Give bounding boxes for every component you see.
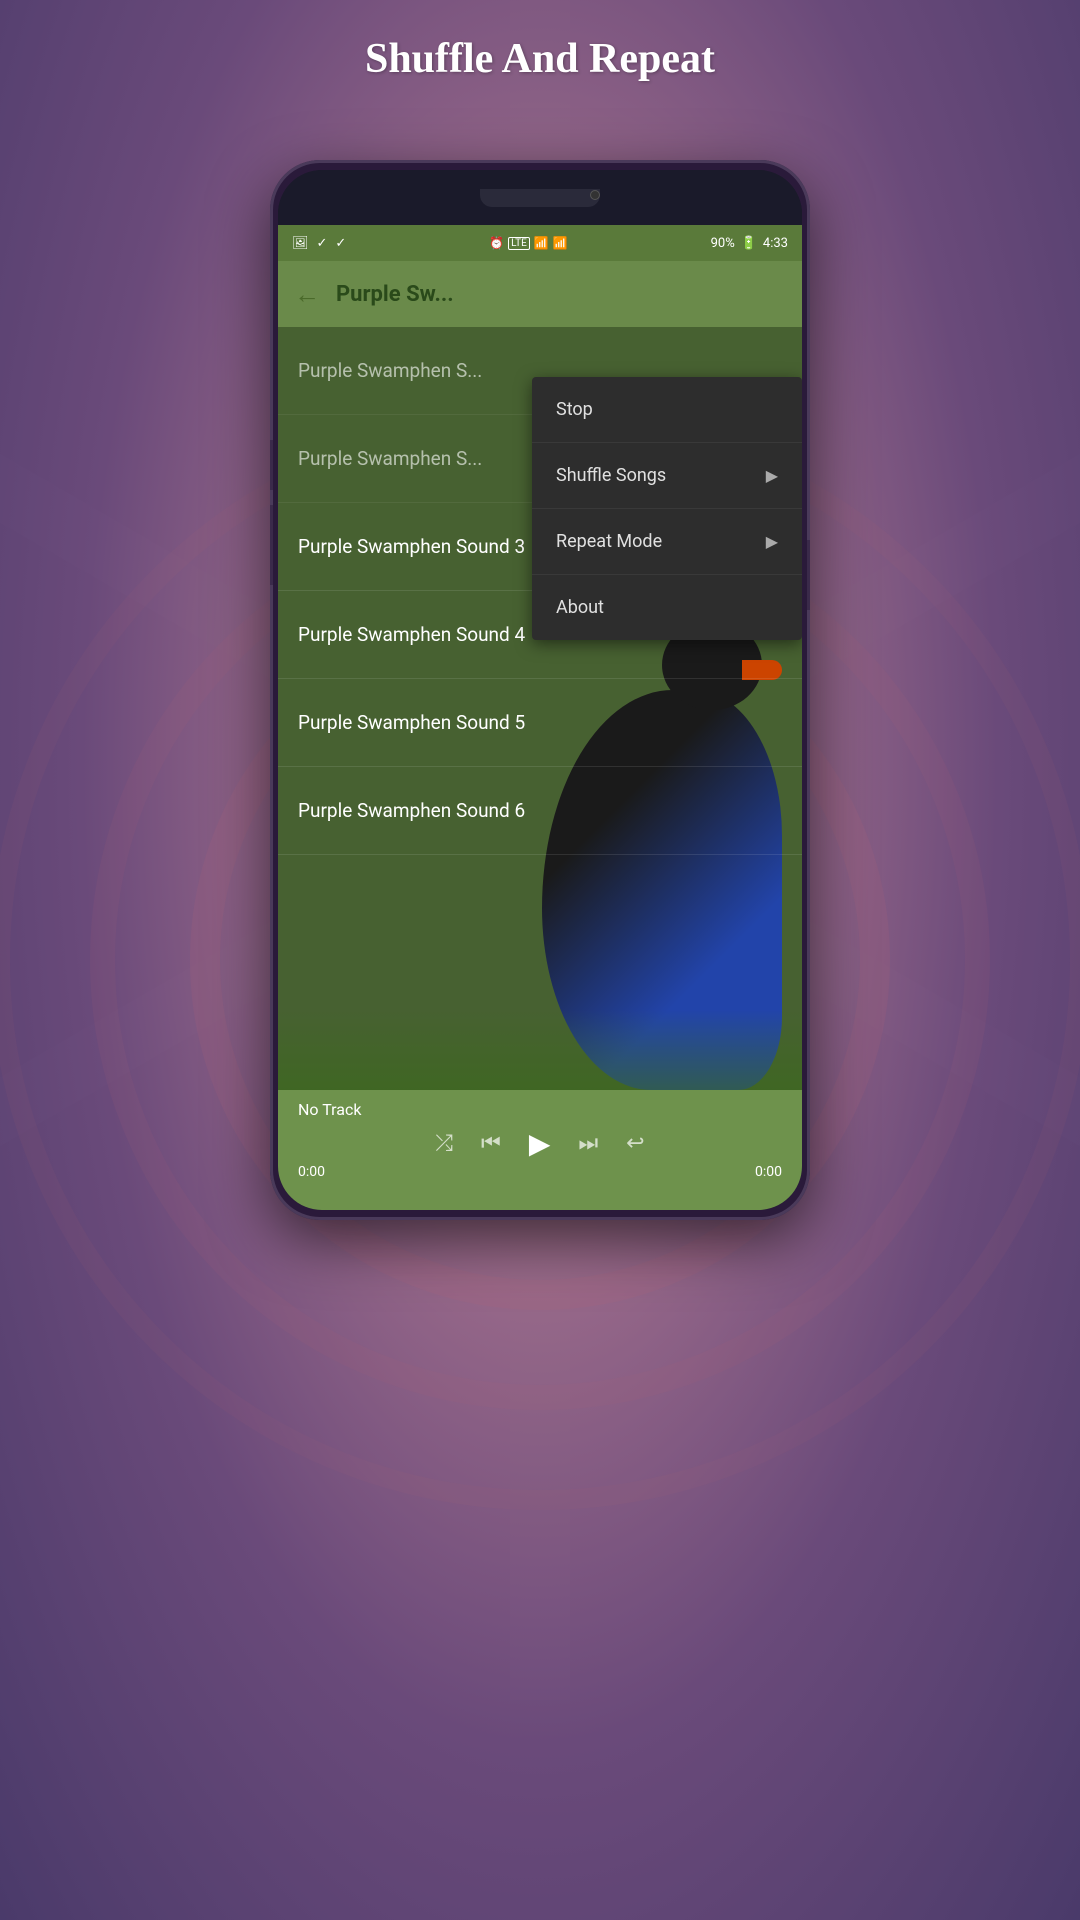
app-toolbar: ← Purple Sw... xyxy=(278,261,802,327)
volume-down-button[interactable] xyxy=(270,505,273,585)
menu-item-shuffle[interactable]: Shuffle Songs ▶ xyxy=(532,443,802,509)
shuffle-button[interactable]: ⤮ xyxy=(435,1131,453,1156)
lte-badge: LTE xyxy=(508,237,530,250)
next-button[interactable]: ⏭ xyxy=(578,1131,598,1156)
time-display: 4:33 xyxy=(763,236,788,251)
power-button[interactable] xyxy=(807,540,810,610)
back-button[interactable]: ← xyxy=(294,279,320,310)
status-left-icons: 🖼 ✓ ✓ xyxy=(292,236,346,251)
phone-frame: 🖼 ✓ ✓ ⏰ LTE 📶 📶 90% 🔋 4:33 ← Purple Sw..… xyxy=(270,160,810,1220)
camera-lens xyxy=(590,190,600,200)
toolbar-title: Purple Sw... xyxy=(336,282,454,307)
time-total: 0:00 xyxy=(755,1164,782,1180)
repeat-button[interactable]: ↩ xyxy=(626,1131,644,1156)
grass xyxy=(278,1010,802,1090)
list-item[interactable]: Purple Swamphen Sound 5 xyxy=(278,679,802,767)
camera-bump xyxy=(480,189,600,207)
play-button[interactable]: ▶ xyxy=(529,1127,551,1160)
dropdown-menu: Stop Shuffle Songs ▶ Repeat Mode ▶ About xyxy=(532,377,802,640)
content-area: Purple Swamphen S... Purple Swamphen S..… xyxy=(278,327,802,1090)
menu-item-repeat[interactable]: Repeat Mode ▶ xyxy=(532,509,802,575)
player-times: 0:00 0:00 xyxy=(298,1164,782,1180)
page-title: Shuffle And Repeat xyxy=(0,35,1080,83)
battery-icon: 🔋 xyxy=(741,236,757,251)
status-right: 90% 🔋 4:33 xyxy=(711,236,788,251)
signal-icon: 📶 xyxy=(553,236,568,250)
alarm-icon: ⏰ xyxy=(489,236,504,250)
notification-icon: 🖼 xyxy=(292,236,309,251)
prev-button[interactable]: ⏮ xyxy=(481,1131,501,1156)
player-track-label: No Track xyxy=(298,1100,361,1119)
battery-percent: 90% xyxy=(711,236,735,251)
menu-item-stop[interactable]: Stop xyxy=(532,377,802,443)
wifi-icon: 📶 xyxy=(534,236,549,250)
chevron-right-icon: ▶ xyxy=(766,466,778,485)
phone-screen: 🖼 ✓ ✓ ⏰ LTE 📶 📶 90% 🔋 4:33 ← Purple Sw..… xyxy=(278,170,802,1210)
check-icon-1: ✓ xyxy=(317,236,328,251)
check-icon-2: ✓ xyxy=(335,236,346,251)
phone-notch xyxy=(278,170,802,225)
time-current: 0:00 xyxy=(298,1164,325,1180)
menu-item-about[interactable]: About xyxy=(532,575,802,640)
player-controls: ⤮ ⏮ ▶ ⏭ ↩ xyxy=(435,1127,644,1160)
status-bar: 🖼 ✓ ✓ ⏰ LTE 📶 📶 90% 🔋 4:33 xyxy=(278,225,802,261)
list-item[interactable]: Purple Swamphen Sound 6 xyxy=(278,767,802,855)
chevron-right-icon: ▶ xyxy=(766,532,778,551)
volume-up-button[interactable] xyxy=(270,440,273,490)
player-bar: No Track ⤮ ⏮ ▶ ⏭ ↩ 0:00 0:00 xyxy=(278,1090,802,1210)
